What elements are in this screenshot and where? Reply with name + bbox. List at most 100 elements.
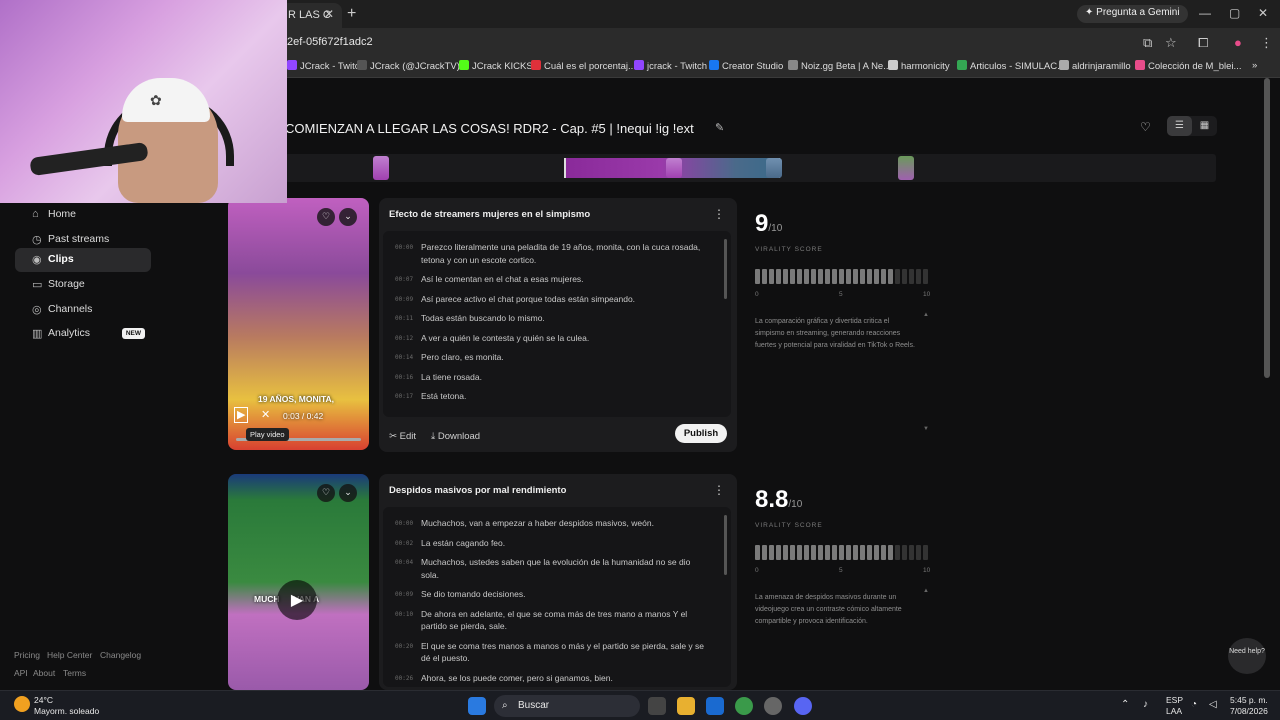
mute-icon[interactable]: ✕	[261, 408, 270, 421]
footer-link[interactable]: Pricing	[14, 650, 40, 660]
help-button[interactable]: Need help?	[1228, 638, 1266, 674]
lang-bottom[interactable]: LAA	[1166, 706, 1182, 716]
caret-up-icon[interactable]: ▲	[923, 588, 929, 594]
footer-link[interactable]: API	[14, 668, 28, 678]
transcript-line[interactable]: 00:14 Pero claro, es monita.	[395, 351, 707, 364]
play-icon[interactable]: ▶	[277, 580, 317, 620]
transcript-line[interactable]: 00:07 Así le comentan en el chat a esas m…	[395, 273, 707, 286]
footer-link[interactable]: Help Center	[47, 650, 92, 660]
clip-video-thumbnail[interactable]: ♡⌄MUCH VAN A▶	[228, 474, 369, 690]
list-view-icon[interactable]: ☰	[1167, 116, 1192, 136]
clock-date[interactable]: 7/08/2026	[1230, 706, 1268, 716]
wifi-icon[interactable]: ◔	[1191, 699, 1197, 710]
mic-icon[interactable]: ♪	[1143, 699, 1148, 710]
heart-icon[interactable]: ♡	[1140, 120, 1151, 134]
footer-link[interactable]: About	[33, 668, 55, 678]
new-tab-icon[interactable]: +	[347, 5, 356, 23]
footer-link[interactable]: Terms	[63, 668, 86, 678]
bookmark-item[interactable]: Creator Studio	[709, 60, 783, 72]
discord-icon[interactable]	[794, 697, 812, 715]
close-icon[interactable]: ✕	[324, 7, 334, 21]
bookmark-item[interactable]: Noiz.gg Beta | A Ne...	[788, 60, 891, 72]
volume-icon[interactable]: ◁	[1209, 699, 1217, 710]
transcript-scrollbar[interactable]	[724, 515, 727, 575]
url-text[interactable]: 2ef-05f672f1adc2	[287, 36, 373, 48]
transcript-line[interactable]: 00:12 A ver a quién le contesta y quién s…	[395, 332, 707, 345]
transcript-line[interactable]: 00:20 El que se coma tres manos a manos o…	[395, 640, 707, 665]
kebab-menu-icon[interactable]: ⋮	[1260, 35, 1273, 51]
edit-button[interactable]: ✂ Edit	[389, 431, 416, 442]
publish-button[interactable]: Publish	[675, 424, 727, 443]
bookmark-item[interactable]: Cuál es el porcentaj...	[531, 60, 636, 72]
sidebar-item-home[interactable]: ⌂ Home	[15, 203, 151, 227]
caret-up-icon[interactable]: ▲	[923, 312, 929, 318]
caret-down-icon[interactable]: ▼	[923, 426, 929, 432]
taskbar-search[interactable]: ⌕ Buscar	[494, 695, 640, 717]
bookmark-item[interactable]: JCrack (@JCrackTV)...	[357, 60, 468, 72]
page-scrollbar[interactable]	[1264, 78, 1270, 378]
dislike-icon[interactable]: ⌄	[339, 484, 357, 502]
bookmarks-overflow-icon[interactable]: »	[1252, 60, 1257, 71]
transcript-line[interactable]: 00:09 Así parece activo el chat porque to…	[395, 293, 707, 306]
lang-top[interactable]: ESP	[1166, 695, 1183, 705]
heart-icon[interactable]: ♡	[317, 484, 335, 502]
dislike-icon[interactable]: ⌄	[339, 208, 357, 226]
kebab-menu-icon[interactable]: ⋮	[713, 207, 725, 221]
bookmark-item[interactable]: Articulos - SIMULAC...	[957, 60, 1065, 72]
chrome-icon[interactable]	[735, 697, 753, 715]
bookmark-item[interactable]: JCrack - Twitch	[287, 60, 365, 72]
app-icon[interactable]	[764, 697, 782, 715]
transcript-box[interactable]: 00:00 Parezco literalmente una peladita d…	[383, 231, 731, 417]
pencil-icon[interactable]: ✎	[715, 121, 724, 134]
task-view-icon[interactable]	[648, 697, 666, 715]
timeline-thumb[interactable]	[373, 156, 389, 180]
file-explorer-icon[interactable]	[677, 697, 695, 715]
transcript-line[interactable]: 00:00 Muchachos, van a empezar a haber de…	[395, 517, 707, 530]
transcript-line[interactable]: 00:17 Está tetona.	[395, 390, 707, 403]
minimize-icon[interactable]: —	[1199, 6, 1211, 20]
sidebar-item-channels[interactable]: ◎ Channels	[15, 298, 151, 322]
close-window-icon[interactable]: ✕	[1258, 6, 1268, 20]
clock-time[interactable]: 5:45 p. m.	[1230, 695, 1268, 705]
transcript-line[interactable]: 00:00 Parezco literalmente una peladita d…	[395, 241, 707, 266]
bookmark-label: aldrinjaramillo	[1072, 61, 1131, 72]
transcript-line[interactable]: 00:04 Muchachos, ustedes saben que la evo…	[395, 556, 707, 581]
transcript-scrollbar[interactable]	[724, 239, 727, 299]
extensions-icon[interactable]: ⧠	[1198, 35, 1208, 51]
transcript-box[interactable]: 00:00 Muchachos, van a empezar a haber de…	[383, 507, 731, 687]
sidebar-item-analytics[interactable]: ▥ Analytics NEW	[15, 322, 151, 346]
star-icon[interactable]: ☆	[1165, 35, 1177, 51]
footer-link[interactable]: Changelog	[100, 650, 141, 660]
start-icon[interactable]	[468, 697, 486, 715]
sidebar-item-storage[interactable]: ▭ Storage	[15, 273, 151, 297]
transcript-line[interactable]: 00:26 Ahora, se los puede comer, pero si …	[395, 672, 707, 685]
translate-icon[interactable]: ⧉	[1143, 35, 1152, 51]
sidebar-item-clips[interactable]: ◉ Clips	[15, 248, 151, 272]
grid-view-icon[interactable]: ▦	[1192, 116, 1217, 136]
play-icon[interactable]: ▶	[234, 407, 248, 423]
meter-segment	[825, 269, 830, 284]
bookmark-item[interactable]: Colección de M_blei...	[1135, 60, 1241, 72]
transcript-line[interactable]: 00:09 Se dio tomando decisiones.	[395, 588, 707, 601]
stream-timeline[interactable]	[285, 154, 1216, 182]
timeline-thumb[interactable]	[898, 156, 914, 180]
download-button[interactable]: ⤓ Download	[431, 431, 480, 442]
kebab-menu-icon[interactable]: ⋮	[713, 483, 725, 497]
transcript-line[interactable]: 00:02 La están cagando feo.	[395, 537, 707, 550]
maximize-icon[interactable]: ▢	[1229, 6, 1240, 20]
clip-video-thumbnail[interactable]: ♡ ⌄ 19 AÑOS, MONITA, ▶ ✕ 0:03 / 0:42 Play vide…	[228, 198, 369, 450]
gemini-button[interactable]: ✦ Pregunta a Gemini	[1077, 5, 1188, 23]
bookmark-item[interactable]: jcrack - Twitch	[634, 60, 707, 72]
transcript-line[interactable]: 00:10 De ahora en adelante, el que se com…	[395, 608, 707, 633]
bookmark-item[interactable]: JCrack KICKS	[459, 60, 533, 72]
bookmark-item[interactable]: harmonicity	[888, 60, 950, 72]
heart-icon[interactable]: ♡	[317, 208, 335, 226]
profile-icon[interactable]: ●	[1234, 35, 1242, 50]
outlook-icon[interactable]	[706, 697, 724, 715]
bookmark-item[interactable]: aldrinjaramillo	[1059, 60, 1131, 72]
weather-sun-icon[interactable]	[14, 696, 30, 712]
timeline-selected-range[interactable]	[564, 158, 782, 178]
tray-chevron-icon[interactable]: ⌃	[1121, 699, 1129, 710]
transcript-line[interactable]: 00:16 La tiene rosada.	[395, 371, 707, 384]
transcript-line[interactable]: 00:11 Todas están buscando lo mismo.	[395, 312, 707, 325]
